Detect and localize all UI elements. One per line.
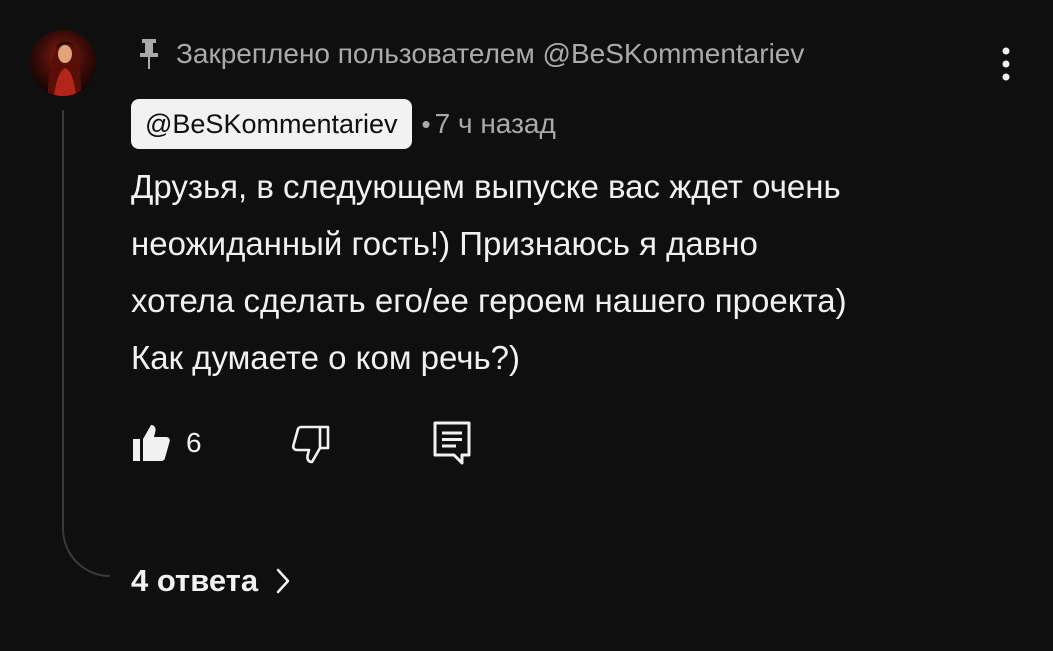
avatar-image (30, 30, 96, 96)
chevron-right-icon (274, 566, 292, 596)
reply-button[interactable] (432, 420, 472, 466)
like-count: 6 (186, 427, 202, 458)
comment-text: Друзья, в следующем выпуске вас ждет оче… (131, 168, 847, 376)
more-options-button[interactable] (986, 42, 1026, 86)
author-chip[interactable]: @BeSKommentariev (131, 99, 412, 149)
comment-timestamp: 7 ч назад (434, 108, 556, 139)
dislike-button[interactable] (288, 422, 332, 466)
like-button[interactable]: 6 (130, 422, 202, 464)
pinned-indicator: Закреплено пользователем @BeSKommentarie… (136, 34, 804, 74)
avatar[interactable] (30, 30, 96, 96)
view-replies-link[interactable]: 4 ответа (131, 556, 292, 606)
separator-dot: • (421, 108, 431, 139)
pin-icon (136, 37, 162, 71)
replies-count-label: 4 ответа (131, 563, 259, 598)
thumb-up-icon (130, 422, 172, 464)
pinned-label: Закреплено пользователем @BeSKommentarie… (176, 38, 805, 69)
thumb-down-icon (288, 422, 332, 466)
reply-icon (432, 420, 472, 466)
thread-connector-line (62, 110, 110, 577)
more-vertical-icon (1001, 46, 1011, 82)
comment-header: @BeSKommentariev • 7 ч назад (131, 99, 556, 149)
